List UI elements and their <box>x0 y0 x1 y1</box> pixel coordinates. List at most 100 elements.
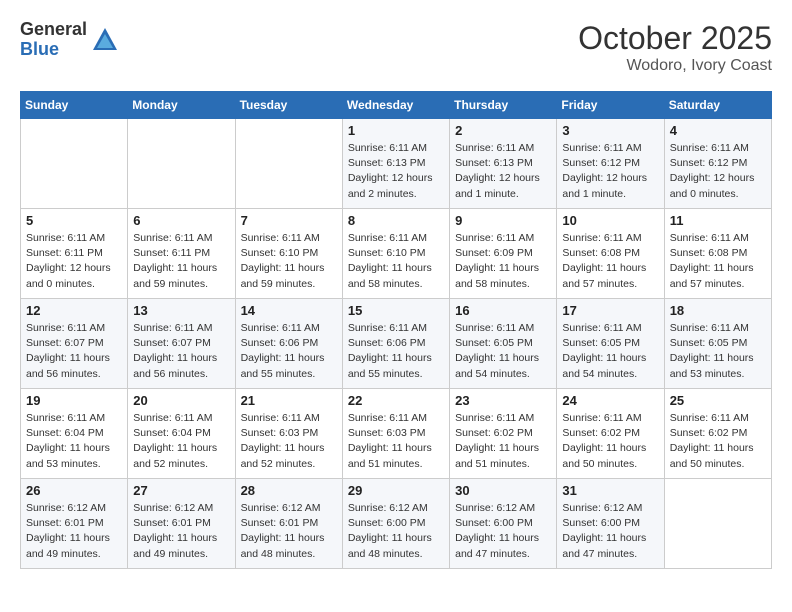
calendar-cell: 18 Sunrise: 6:11 AM Sunset: 6:05 PM Dayli… <box>664 299 771 389</box>
calendar-cell: 23Sunrise: 6:11 AM Sunset: 6:02 PM Dayli… <box>450 389 557 479</box>
calendar-cell: 4 Sunrise: 6:11 AM Sunset: 6:12 PM Daylig… <box>664 119 771 209</box>
day-number: 25 <box>670 393 766 408</box>
calendar-cell: 16Sunrise: 6:11 AM Sunset: 6:05 PM Dayli… <box>450 299 557 389</box>
day-number: 29 <box>348 483 444 498</box>
week-row-4: 26 Sunrise: 6:12 AM Sunset: 6:01 PM Dayli… <box>21 479 772 569</box>
week-row-2: 12 Sunrise: 6:11 AM Sunset: 6:07 PM Dayli… <box>21 299 772 389</box>
day-number: 7 <box>241 213 337 228</box>
day-number: 9 <box>455 213 551 228</box>
day-info: Sunrise: 6:11 AM Sunset: 6:08 PM Dayligh… <box>562 231 658 292</box>
calendar-cell: 22Sunrise: 6:11 AM Sunset: 6:03 PM Dayli… <box>342 389 449 479</box>
calendar-cell: 3 Sunrise: 6:11 AM Sunset: 6:12 PM Daylig… <box>557 119 664 209</box>
day-info: Sunrise: 6:12 AM Sunset: 6:01 PM Dayligh… <box>241 501 337 562</box>
day-number: 5 <box>26 213 122 228</box>
calendar-cell <box>21 119 128 209</box>
logo-blue: Blue <box>20 40 87 60</box>
day-number: 24 <box>562 393 658 408</box>
calendar-cell: 10 Sunrise: 6:11 AM Sunset: 6:08 PM Dayli… <box>557 209 664 299</box>
title-block: October 2025 Wodoro, Ivory Coast <box>578 20 772 75</box>
header-wednesday: Wednesday <box>342 92 449 119</box>
day-number: 27 <box>133 483 229 498</box>
calendar-cell <box>664 479 771 569</box>
day-info: Sunrise: 6:11 AM Sunset: 6:03 PM Dayligh… <box>348 411 444 472</box>
day-info: Sunrise: 6:11 AM Sunset: 6:13 PM Dayligh… <box>455 141 551 202</box>
calendar-cell <box>128 119 235 209</box>
day-info: Sunrise: 6:12 AM Sunset: 6:01 PM Dayligh… <box>26 501 122 562</box>
calendar-table: Sunday Monday Tuesday Wednesday Thursday… <box>20 91 772 569</box>
day-info: Sunrise: 6:11 AM Sunset: 6:12 PM Dayligh… <box>562 141 658 202</box>
day-number: 14 <box>241 303 337 318</box>
week-row-0: 1 Sunrise: 6:11 AM Sunset: 6:13 PM Daylig… <box>21 119 772 209</box>
calendar-cell: 19 Sunrise: 6:11 AM Sunset: 6:04 PM Dayli… <box>21 389 128 479</box>
day-info: Sunrise: 6:11 AM Sunset: 6:11 PM Dayligh… <box>26 231 122 292</box>
calendar-cell: 11Sunrise: 6:11 AM Sunset: 6:08 PM Dayli… <box>664 209 771 299</box>
calendar-body: 1 Sunrise: 6:11 AM Sunset: 6:13 PM Daylig… <box>21 119 772 569</box>
day-number: 1 <box>348 123 444 138</box>
day-number: 6 <box>133 213 229 228</box>
header-friday: Friday <box>557 92 664 119</box>
day-number: 18 <box>670 303 766 318</box>
logo: General Blue <box>20 20 119 60</box>
calendar-cell: 9 Sunrise: 6:11 AM Sunset: 6:09 PM Daylig… <box>450 209 557 299</box>
calendar-header: Sunday Monday Tuesday Wednesday Thursday… <box>21 92 772 119</box>
header-row: Sunday Monday Tuesday Wednesday Thursday… <box>21 92 772 119</box>
calendar-cell: 24 Sunrise: 6:11 AM Sunset: 6:02 PM Dayli… <box>557 389 664 479</box>
logo-icon <box>91 26 119 54</box>
day-info: Sunrise: 6:11 AM Sunset: 6:05 PM Dayligh… <box>670 321 766 382</box>
calendar-cell: 26 Sunrise: 6:12 AM Sunset: 6:01 PM Dayli… <box>21 479 128 569</box>
day-info: Sunrise: 6:11 AM Sunset: 6:02 PM Dayligh… <box>670 411 766 472</box>
calendar-cell: 13Sunrise: 6:11 AM Sunset: 6:07 PM Dayli… <box>128 299 235 389</box>
calendar-cell: 15Sunrise: 6:11 AM Sunset: 6:06 PM Dayli… <box>342 299 449 389</box>
calendar-cell: 30 Sunrise: 6:12 AM Sunset: 6:00 PM Dayli… <box>450 479 557 569</box>
day-number: 4 <box>670 123 766 138</box>
day-number: 23 <box>455 393 551 408</box>
day-info: Sunrise: 6:12 AM Sunset: 6:00 PM Dayligh… <box>562 501 658 562</box>
header-thursday: Thursday <box>450 92 557 119</box>
calendar-cell: 28 Sunrise: 6:12 AM Sunset: 6:01 PM Dayli… <box>235 479 342 569</box>
day-number: 21 <box>241 393 337 408</box>
day-info: Sunrise: 6:11 AM Sunset: 6:05 PM Dayligh… <box>455 321 551 382</box>
day-info: Sunrise: 6:11 AM Sunset: 6:06 PM Dayligh… <box>241 321 337 382</box>
day-number: 17 <box>562 303 658 318</box>
day-info: Sunrise: 6:12 AM Sunset: 6:00 PM Dayligh… <box>455 501 551 562</box>
day-info: Sunrise: 6:11 AM Sunset: 6:05 PM Dayligh… <box>562 321 658 382</box>
week-row-1: 5 Sunrise: 6:11 AM Sunset: 6:11 PM Daylig… <box>21 209 772 299</box>
day-info: Sunrise: 6:11 AM Sunset: 6:13 PM Dayligh… <box>348 141 444 202</box>
calendar-title: October 2025 <box>578 20 772 57</box>
day-info: Sunrise: 6:11 AM Sunset: 6:02 PM Dayligh… <box>562 411 658 472</box>
day-info: Sunrise: 6:11 AM Sunset: 6:03 PM Dayligh… <box>241 411 337 472</box>
day-number: 20 <box>133 393 229 408</box>
day-number: 8 <box>348 213 444 228</box>
day-info: Sunrise: 6:11 AM Sunset: 6:09 PM Dayligh… <box>455 231 551 292</box>
day-info: Sunrise: 6:11 AM Sunset: 6:07 PM Dayligh… <box>133 321 229 382</box>
header-monday: Monday <box>128 92 235 119</box>
calendar-cell: 17 Sunrise: 6:11 AM Sunset: 6:05 PM Dayli… <box>557 299 664 389</box>
calendar-cell: 6 Sunrise: 6:11 AM Sunset: 6:11 PM Daylig… <box>128 209 235 299</box>
week-row-3: 19 Sunrise: 6:11 AM Sunset: 6:04 PM Dayli… <box>21 389 772 479</box>
day-number: 30 <box>455 483 551 498</box>
calendar-cell: 5 Sunrise: 6:11 AM Sunset: 6:11 PM Daylig… <box>21 209 128 299</box>
day-number: 26 <box>26 483 122 498</box>
day-info: Sunrise: 6:12 AM Sunset: 6:01 PM Dayligh… <box>133 501 229 562</box>
calendar-cell: 8 Sunrise: 6:11 AM Sunset: 6:10 PM Daylig… <box>342 209 449 299</box>
day-info: Sunrise: 6:11 AM Sunset: 6:04 PM Dayligh… <box>133 411 229 472</box>
day-number: 11 <box>670 213 766 228</box>
calendar-cell: 1 Sunrise: 6:11 AM Sunset: 6:13 PM Daylig… <box>342 119 449 209</box>
calendar-subtitle: Wodoro, Ivory Coast <box>578 57 772 75</box>
calendar-cell: 25 Sunrise: 6:11 AM Sunset: 6:02 PM Dayli… <box>664 389 771 479</box>
day-number: 28 <box>241 483 337 498</box>
calendar-cell: 31Sunrise: 6:12 AM Sunset: 6:00 PM Dayli… <box>557 479 664 569</box>
day-number: 12 <box>26 303 122 318</box>
calendar-cell: 27 Sunrise: 6:12 AM Sunset: 6:01 PM Dayli… <box>128 479 235 569</box>
day-number: 19 <box>26 393 122 408</box>
day-number: 10 <box>562 213 658 228</box>
day-info: Sunrise: 6:11 AM Sunset: 6:04 PM Dayligh… <box>26 411 122 472</box>
day-info: Sunrise: 6:11 AM Sunset: 6:10 PM Dayligh… <box>348 231 444 292</box>
day-info: Sunrise: 6:11 AM Sunset: 6:11 PM Dayligh… <box>133 231 229 292</box>
calendar-cell: 20 Sunrise: 6:11 AM Sunset: 6:04 PM Dayli… <box>128 389 235 479</box>
day-info: Sunrise: 6:11 AM Sunset: 6:12 PM Dayligh… <box>670 141 766 202</box>
day-info: Sunrise: 6:11 AM Sunset: 6:10 PM Dayligh… <box>241 231 337 292</box>
day-number: 3 <box>562 123 658 138</box>
header-saturday: Saturday <box>664 92 771 119</box>
calendar-cell <box>235 119 342 209</box>
